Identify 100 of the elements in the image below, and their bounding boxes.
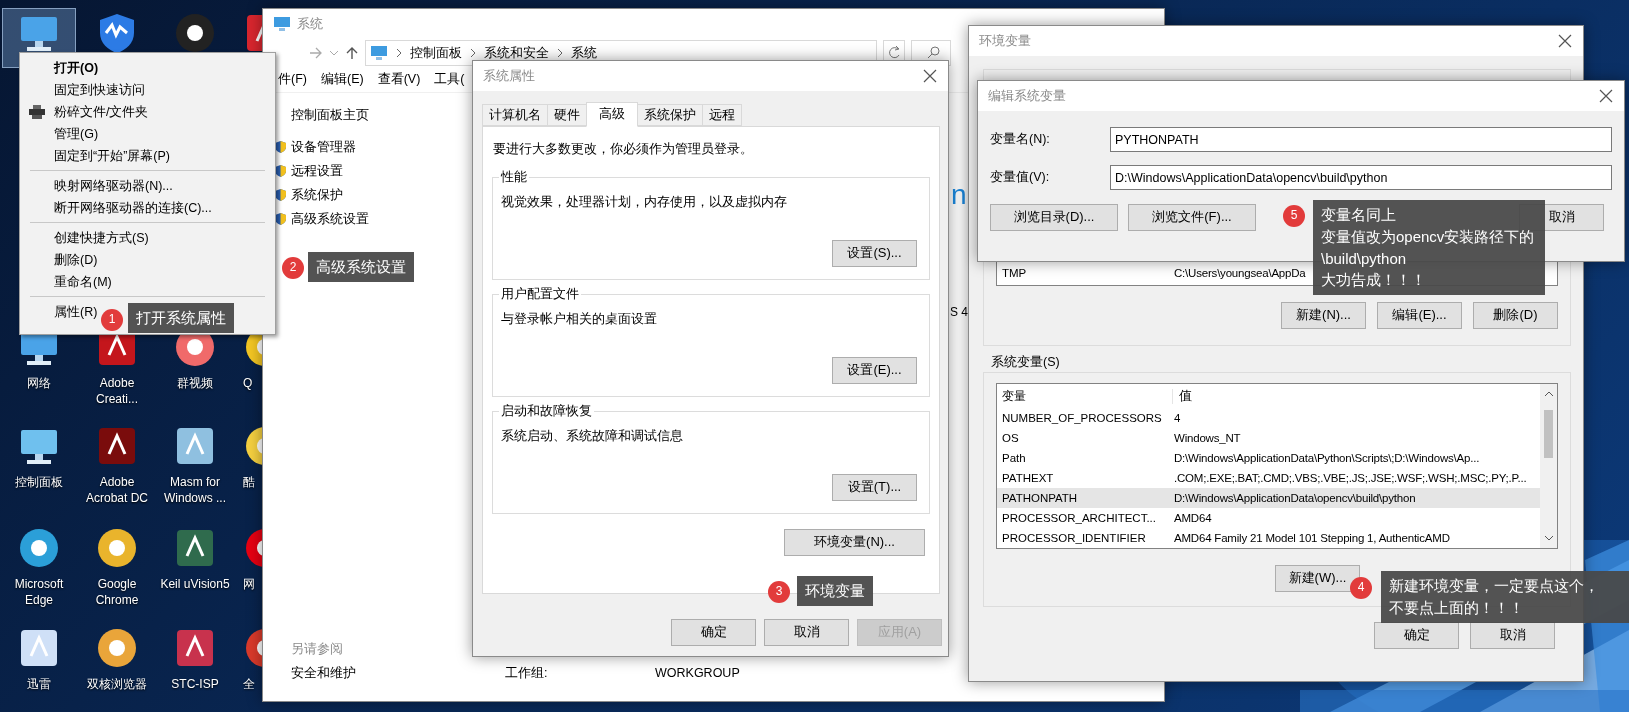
sidebar-link[interactable]: 高级系统设置 <box>291 211 369 228</box>
table-cell: D:\Windows\ApplicationData\opencv\build\python <box>1173 490 1416 506</box>
menu-item[interactable]: 粉碎文件/文件夹 <box>20 101 275 123</box>
tab[interactable]: 硬件 <box>547 104 587 126</box>
column-header: 值 <box>1178 388 1192 405</box>
input-field[interactable]: PYTHONPATH <box>1110 127 1612 152</box>
table-cell-text: TMP <box>1001 265 1028 281</box>
table-cell: Windows_NT <box>1173 430 1241 446</box>
tab[interactable]: 计算机名 <box>482 104 548 126</box>
shortcut-label: 双核浏览器 <box>86 676 148 692</box>
desktop-shortcut[interactable]: 双核浏览器 <box>80 623 154 695</box>
notice-text: 要进行大多数更改，你必须作为管理员登录。 <box>492 141 754 158</box>
shortcut-label: Keil uVision5 <box>159 576 231 592</box>
tab[interactable]: 远程 <box>702 104 742 126</box>
desktop-shortcut[interactable]: STC-ISP <box>158 623 232 695</box>
breadcrumb-item[interactable]: 系统和安全 <box>484 44 549 62</box>
shortcut-label: Q <box>243 375 253 391</box>
group-title: 启动和故障恢复 <box>499 403 594 420</box>
tooltip-text: \build\python <box>1321 248 1408 269</box>
shortcut-label: 网络 <box>26 375 52 391</box>
browse-button[interactable]: 浏览目录(D)... <box>990 204 1118 231</box>
sidebar-link[interactable]: 远程设置 <box>291 163 343 180</box>
input-field[interactable]: D:\Windows\ApplicationData\opencv\build\python <box>1110 165 1612 190</box>
tooltip-text: 高级系统设置 <box>316 257 406 277</box>
menu-item[interactable]: 映射网络驱动器(N)... <box>20 175 275 197</box>
dialog-button[interactable]: 确定 <box>671 619 756 646</box>
menu-item[interactable]: 删除(D) <box>20 249 275 271</box>
settings-button[interactable]: 设置(E)... <box>832 357 917 385</box>
menu-item[interactable]: 重命名(M) <box>20 271 275 293</box>
table-row[interactable]: NUMBER_OF_PROCESSORS 4 <box>997 408 1540 429</box>
shortcut-label: STC-ISP <box>170 676 220 692</box>
desktop-shortcut[interactable]: Keil uVision5 <box>158 523 232 595</box>
table-cell: C:\Users\youngsea\AppDa <box>1173 265 1306 281</box>
breadcrumb-item[interactable]: 系统 <box>571 44 597 62</box>
tooltip-text: 大功告成！！！ <box>1321 270 1427 291</box>
column-header: 变量 <box>997 388 1173 404</box>
tooltip-text: 环境变量 <box>805 581 865 601</box>
breadcrumb-item[interactable]: 控制面板 <box>410 44 462 62</box>
menu-item[interactable]: 固定到“开始”屏幕(P) <box>20 145 275 167</box>
desktop-shortcut[interactable]: Google Chrome <box>80 523 154 611</box>
environment-variables-button[interactable]: 环境变量(N)... <box>784 529 925 557</box>
table-cell-text: PATHONPATH <box>1001 490 1079 506</box>
shortcut-label: Adobe Acrobat DC <box>85 474 149 506</box>
tab[interactable]: 高级 <box>586 102 638 127</box>
table-row[interactable]: PATHEXT .COM;.EXE;.BAT;.CMD;.VBS;.VBE;.JS;.JSE;.WSF;.WSH;.MSC;.PY;.P... <box>997 468 1540 489</box>
menu-item[interactable]: 查看(V) <box>377 71 421 88</box>
menu-item[interactable]: 件(F) <box>278 71 307 88</box>
dialog-title: 系统属性 <box>483 67 535 85</box>
menu-item[interactable]: 工具( <box>434 71 465 88</box>
shortcut-label: Microsoft Edge <box>13 576 65 608</box>
dialog-title: 环境变量 <box>979 32 1031 50</box>
dialog-button[interactable]: 取消 <box>764 619 849 646</box>
sidebar-link[interactable]: 设备管理器 <box>291 139 356 156</box>
menu-item[interactable]: 固定到快速访问 <box>20 79 275 101</box>
shortcut-label: 群视频 <box>176 375 214 391</box>
sidebar-link[interactable]: 系统保护 <box>291 187 343 204</box>
menu-item[interactable]: 断开网络驱动器的连接(C)... <box>20 197 275 219</box>
table-cell: AMD64 Family 21 Model 101 Stepping 1, AuthenticAMD <box>1173 530 1450 546</box>
menu-item[interactable]: 创建快捷方式(S) <box>20 227 275 249</box>
tooltip-text: 新建环境变量，一定要点这个， <box>1389 576 1600 596</box>
menu-item[interactable]: 打开(O) <box>20 57 275 79</box>
shortcut-label: 控制面板 <box>14 474 64 490</box>
menu-item[interactable]: 编辑(E) <box>320 71 364 88</box>
dialog-button[interactable]: 确定 <box>1374 622 1459 650</box>
shortcut-label: 网 <box>243 576 255 592</box>
dialog-button[interactable]: 取消 <box>1470 622 1555 650</box>
settings-button[interactable]: 设置(T)... <box>832 474 917 502</box>
desktop-shortcut[interactable]: Microsoft Edge <box>2 523 76 611</box>
table-cell-text: PROCESSOR_IDENTIFIER <box>1001 530 1147 546</box>
desktop-shortcut[interactable]: Masm for Windows ... <box>158 421 232 509</box>
browse-button[interactable]: 浏览文件(F)... <box>1128 204 1256 231</box>
dialog-button[interactable]: 新建(N)... <box>1281 302 1366 329</box>
sidebar-link[interactable]: 安全和维护 <box>275 664 483 681</box>
group-description: 与登录帐户相关的桌面设置 <box>501 311 658 328</box>
table-row[interactable]: Path D:\Windows\ApplicationData\Python\Scripts\;D:\Windows\Ap... <box>997 448 1540 469</box>
field-label: 工作组: <box>505 664 549 681</box>
section-heading: 另请参阅 <box>290 640 344 657</box>
field-label: 变量值(V): <box>990 169 1051 186</box>
tab[interactable]: 系统保护 <box>637 104 703 126</box>
field-value: WORKGROUP <box>655 664 740 681</box>
desktop-shortcut[interactable]: Adobe Acrobat DC <box>80 421 154 509</box>
window-title: 系统 <box>297 15 323 33</box>
menu-item[interactable]: 管理(G) <box>20 123 275 145</box>
table-cell: .COM;.EXE;.BAT;.CMD;.VBS;.VBE;.JS;.JSE;.WSF;.WSH;.MSC;.PY;.P... <box>1173 470 1527 486</box>
dialog-button[interactable]: 编辑(E)... <box>1377 302 1462 329</box>
group-title: 性能 <box>499 169 529 186</box>
desktop-shortcut[interactable]: 控制面板 <box>2 421 76 493</box>
table-row[interactable]: PROCESSOR_IDENTIFIER AMD64 Family 21 Model 101 Stepping 1, AuthenticAMD <box>997 528 1540 549</box>
shortcut-label: 酷 <box>243 474 255 490</box>
table-cell: D:\Windows\ApplicationData\Python\Scripts\;D:\Windows\Ap... <box>1173 450 1480 466</box>
dialog-title: 编辑系统变量 <box>988 87 1066 105</box>
table-row[interactable]: PROCESSOR_ARCHITECT... AMD64 <box>997 508 1540 529</box>
dialog-button[interactable]: 删除(D) <box>1473 302 1558 329</box>
group-title: 用户配置文件 <box>499 286 581 303</box>
desktop-shortcut[interactable]: 迅雷 <box>2 623 76 695</box>
table-row[interactable]: PATHONPATH D:\Windows\ApplicationData\opencv\build\python <box>997 488 1540 509</box>
table-cell-text: OS <box>1001 430 1020 446</box>
table-cell-text: Path <box>1001 450 1027 466</box>
settings-button[interactable]: 设置(S)... <box>832 240 917 268</box>
table-row[interactable]: OS Windows_NT <box>997 428 1540 449</box>
